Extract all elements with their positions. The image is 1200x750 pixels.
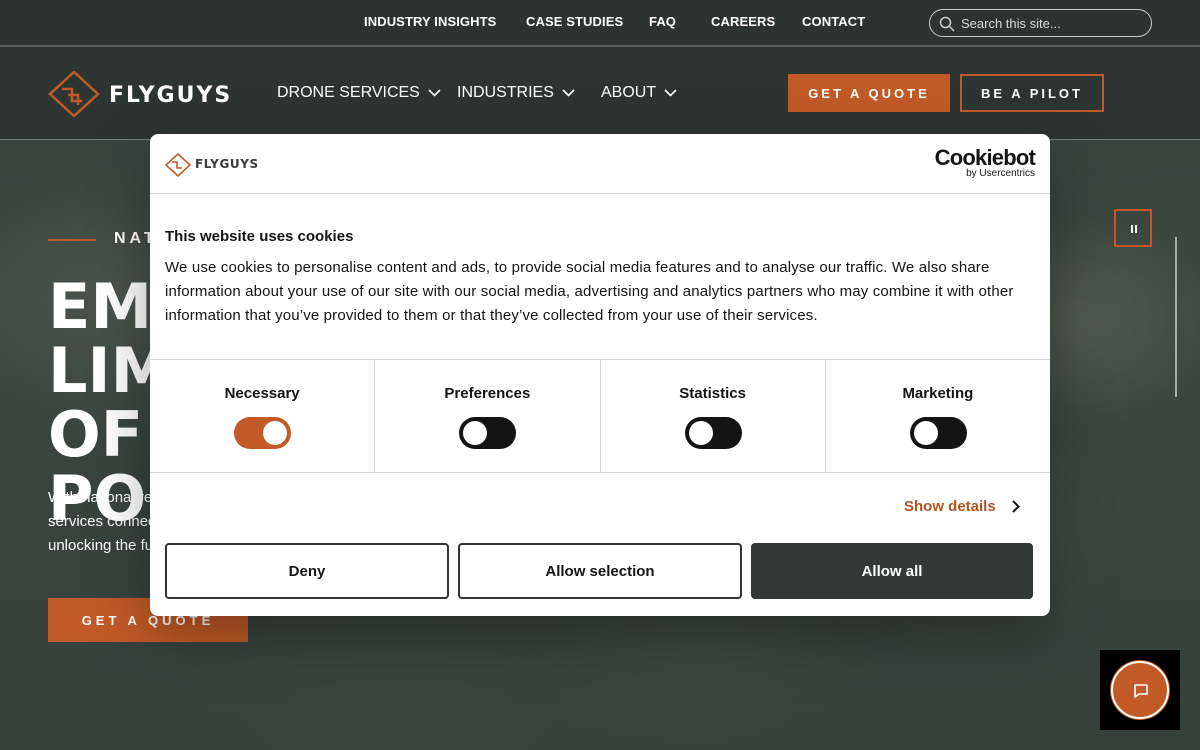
nav-drone-services[interactable]: DRONE SERVICES — [277, 84, 441, 102]
toggle-knob — [913, 421, 938, 445]
nav-label: DRONE SERVICES — [277, 84, 420, 101]
cookiebot-sub: by Usercentrics — [966, 168, 1035, 179]
chevron-down-icon — [428, 89, 441, 97]
toggle-knob — [688, 421, 713, 445]
cookie-dialog-text: We use cookies to personalise content an… — [165, 259, 1014, 324]
main-nav: FLYGUYS DRONE SERVICES INDUSTRIES ABOUT … — [0, 47, 1200, 140]
toggle-knob — [463, 421, 488, 445]
chat-widget — [1100, 650, 1180, 730]
site-logo[interactable]: FLYGUYS — [48, 71, 238, 117]
utility-bar: INDUSTRY INSIGHTS CASE STUDIES FAQ CAREE… — [0, 0, 1200, 47]
pause-button[interactable] — [1114, 209, 1152, 247]
show-details-link[interactable]: Show details — [904, 498, 1020, 515]
chevron-down-icon — [562, 89, 575, 97]
utility-link-case-studies[interactable]: CASE STUDIES — [526, 14, 623, 29]
flyguys-logo-icon — [165, 153, 191, 177]
scroll-indicator — [1175, 237, 1177, 397]
chevron-down-icon — [664, 89, 677, 97]
cookie-categories: Necessary Preferences Statistics Marketi… — [150, 359, 1050, 473]
cookiebot-brand[interactable]: Cookiebot by Usercentrics — [934, 145, 1036, 179]
flyguys-logo-icon — [48, 71, 100, 117]
category-marketing: Marketing — [826, 360, 1050, 472]
deny-button[interactable]: Deny — [165, 543, 449, 599]
be-a-pilot-button[interactable]: BE A PILOT — [960, 74, 1104, 112]
utility-link-careers[interactable]: CAREERS — [711, 14, 775, 29]
cookiebot-name: Cookiebot — [934, 145, 1036, 170]
utility-link-faq[interactable]: FAQ — [649, 14, 676, 29]
logo-text: FLYGUYS — [109, 83, 233, 108]
utility-link-industry-insights[interactable]: INDUSTRY INSIGHTS — [364, 14, 496, 29]
category-label: Marketing — [902, 385, 974, 402]
cookie-logo-text: FLYGUYS — [195, 157, 259, 171]
nav-label: ABOUT — [601, 84, 657, 101]
search-box — [929, 9, 1152, 37]
chevron-right-icon — [1011, 500, 1020, 513]
search-icon — [939, 16, 955, 32]
nav-label: INDUSTRIES — [457, 84, 554, 101]
pause-icon-bar — [1135, 225, 1137, 233]
utility-link-contact[interactable]: CONTACT — [802, 14, 865, 29]
cookie-dialog-title: This website uses cookies — [165, 228, 354, 245]
show-details-label: Show details — [904, 498, 996, 515]
chat-icon — [1134, 684, 1148, 698]
category-necessary: Necessary — [150, 360, 376, 472]
category-label: Preferences — [444, 385, 531, 402]
toggle-knob — [263, 421, 288, 445]
nav-about[interactable]: ABOUT — [601, 84, 677, 102]
chat-button[interactable] — [1111, 661, 1169, 719]
cookie-dialog-header: FLYGUYS Cookiebot by Usercentrics — [150, 134, 1050, 194]
category-label: Necessary — [224, 385, 300, 402]
eyebrow-divider — [48, 239, 96, 241]
necessary-toggle[interactable] — [234, 417, 292, 449]
category-preferences: Preferences — [375, 360, 601, 472]
category-label: Statistics — [679, 385, 746, 402]
statistics-toggle[interactable] — [684, 417, 742, 449]
cookie-consent-dialog: FLYGUYS Cookiebot by Usercentrics This w… — [150, 134, 1050, 616]
marketing-toggle[interactable] — [909, 417, 967, 449]
pause-icon — [1131, 225, 1133, 233]
get-quote-button[interactable]: GET A QUOTE — [788, 74, 950, 112]
allow-all-button[interactable]: Allow all — [751, 543, 1033, 599]
allow-selection-button[interactable]: Allow selection — [458, 543, 742, 599]
cookie-dialog-logo: FLYGUYS — [165, 153, 265, 177]
search-input[interactable] — [961, 13, 1141, 33]
preferences-toggle[interactable] — [459, 417, 517, 449]
category-statistics: Statistics — [601, 360, 826, 472]
nav-industries[interactable]: INDUSTRIES — [457, 84, 575, 102]
